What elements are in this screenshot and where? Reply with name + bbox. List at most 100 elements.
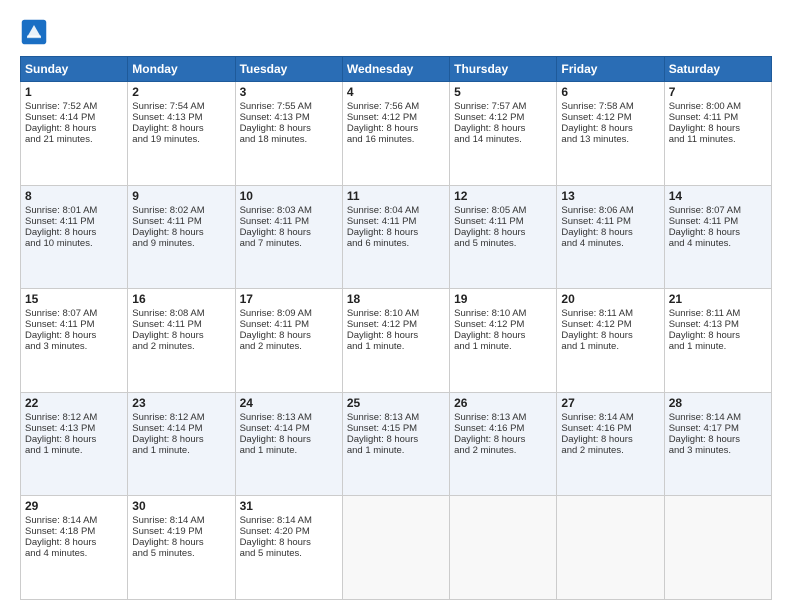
- cell-line: Sunrise: 8:02 AM: [132, 205, 230, 216]
- cell-line: Sunrise: 8:12 AM: [132, 412, 230, 423]
- cell-line: and 6 minutes.: [347, 238, 445, 249]
- cell-line: Sunrise: 8:13 AM: [240, 412, 338, 423]
- cell-line: Sunset: 4:11 PM: [669, 216, 767, 227]
- day-number: 20: [561, 292, 659, 306]
- cell-line: Sunset: 4:12 PM: [561, 112, 659, 123]
- calendar-cell: 28 Sunrise: 8:14 AMSunset: 4:17 PMDayligh…: [664, 392, 771, 496]
- day-number: 16: [132, 292, 230, 306]
- header: [20, 18, 772, 46]
- cell-line: Sunset: 4:11 PM: [132, 319, 230, 330]
- cell-line: and 21 minutes.: [25, 134, 123, 145]
- cell-line: Sunset: 4:15 PM: [347, 423, 445, 434]
- cell-line: Sunset: 4:17 PM: [669, 423, 767, 434]
- day-header-tuesday: Tuesday: [235, 57, 342, 82]
- day-number: 2: [132, 85, 230, 99]
- cell-line: Daylight: 8 hours: [132, 227, 230, 238]
- cell-line: Daylight: 8 hours: [561, 123, 659, 134]
- day-number: 23: [132, 396, 230, 410]
- cell-line: and 5 minutes.: [132, 548, 230, 559]
- calendar-cell: 22Sunrise: 8:12 AMSunset: 4:13 PMDayligh…: [21, 392, 128, 496]
- day-number: 19: [454, 292, 552, 306]
- cell-line: Daylight: 8 hours: [347, 434, 445, 445]
- calendar-cell: [342, 496, 449, 600]
- cell-line: Sunset: 4:14 PM: [132, 423, 230, 434]
- cell-line: Daylight: 8 hours: [347, 123, 445, 134]
- cell-line: and 1 minute.: [132, 445, 230, 456]
- cell-line: Daylight: 8 hours: [454, 434, 552, 445]
- cell-line: and 1 minute.: [561, 341, 659, 352]
- cell-line: Sunrise: 8:11 AM: [561, 308, 659, 319]
- cell-line: Daylight: 8 hours: [240, 123, 338, 134]
- cell-line: Sunrise: 7:55 AM: [240, 101, 338, 112]
- calendar-cell: 31Sunrise: 8:14 AMSunset: 4:20 PMDayligh…: [235, 496, 342, 600]
- day-number: 8: [25, 189, 123, 203]
- calendar-cell: 26Sunrise: 8:13 AMSunset: 4:16 PMDayligh…: [450, 392, 557, 496]
- day-number: 21: [669, 292, 767, 306]
- cell-line: and 4 minutes.: [561, 238, 659, 249]
- cell-line: Sunrise: 8:06 AM: [561, 205, 659, 216]
- calendar-week-5: 29Sunrise: 8:14 AMSunset: 4:18 PMDayligh…: [21, 496, 772, 600]
- day-number: 18: [347, 292, 445, 306]
- cell-line: Daylight: 8 hours: [25, 330, 123, 341]
- calendar-cell: 1Sunrise: 7:52 AMSunset: 4:14 PMDaylight…: [21, 82, 128, 186]
- day-header-friday: Friday: [557, 57, 664, 82]
- calendar-cell: [450, 496, 557, 600]
- cell-line: Sunrise: 7:56 AM: [347, 101, 445, 112]
- calendar-cell: 2Sunrise: 7:54 AMSunset: 4:13 PMDaylight…: [128, 82, 235, 186]
- cell-line: Sunrise: 8:12 AM: [25, 412, 123, 423]
- cell-line: and 18 minutes.: [240, 134, 338, 145]
- day-number: 3: [240, 85, 338, 99]
- calendar-cell: 17Sunrise: 8:09 AMSunset: 4:11 PMDayligh…: [235, 289, 342, 393]
- cell-line: and 1 minute.: [347, 445, 445, 456]
- cell-line: and 1 minute.: [454, 341, 552, 352]
- cell-line: Daylight: 8 hours: [347, 330, 445, 341]
- cell-line: Sunrise: 7:58 AM: [561, 101, 659, 112]
- cell-line: Sunset: 4:11 PM: [454, 216, 552, 227]
- cell-line: and 2 minutes.: [240, 341, 338, 352]
- cell-line: Daylight: 8 hours: [347, 227, 445, 238]
- cell-line: Sunrise: 8:14 AM: [132, 515, 230, 526]
- cell-line: Sunset: 4:18 PM: [25, 526, 123, 537]
- cell-line: Daylight: 8 hours: [454, 227, 552, 238]
- day-number: 10: [240, 189, 338, 203]
- day-number: 25: [347, 396, 445, 410]
- cell-line: Sunset: 4:11 PM: [132, 216, 230, 227]
- calendar-cell: 4Sunrise: 7:56 AMSunset: 4:12 PMDaylight…: [342, 82, 449, 186]
- day-number: 17: [240, 292, 338, 306]
- cell-line: Sunset: 4:14 PM: [240, 423, 338, 434]
- logo: [20, 18, 52, 46]
- cell-line: Sunrise: 8:07 AM: [669, 205, 767, 216]
- cell-line: Sunset: 4:14 PM: [25, 112, 123, 123]
- cell-line: and 5 minutes.: [240, 548, 338, 559]
- calendar-cell: 16Sunrise: 8:08 AMSunset: 4:11 PMDayligh…: [128, 289, 235, 393]
- cell-line: Sunrise: 8:10 AM: [454, 308, 552, 319]
- cell-line: Sunset: 4:13 PM: [669, 319, 767, 330]
- cell-line: and 1 minute.: [240, 445, 338, 456]
- day-header-sunday: Sunday: [21, 57, 128, 82]
- calendar-table: SundayMondayTuesdayWednesdayThursdayFrid…: [20, 56, 772, 600]
- day-number: 24: [240, 396, 338, 410]
- calendar-cell: 13Sunrise: 8:06 AMSunset: 4:11 PMDayligh…: [557, 185, 664, 289]
- day-number: 28: [669, 396, 767, 410]
- cell-line: Daylight: 8 hours: [669, 434, 767, 445]
- day-number: 27: [561, 396, 659, 410]
- day-header-thursday: Thursday: [450, 57, 557, 82]
- calendar-cell: 29Sunrise: 8:14 AMSunset: 4:18 PMDayligh…: [21, 496, 128, 600]
- cell-line: Daylight: 8 hours: [25, 537, 123, 548]
- cell-line: Sunrise: 8:14 AM: [240, 515, 338, 526]
- cell-line: Sunset: 4:12 PM: [454, 112, 552, 123]
- cell-line: Daylight: 8 hours: [454, 123, 552, 134]
- page: SundayMondayTuesdayWednesdayThursdayFrid…: [0, 0, 792, 612]
- day-number: 14: [669, 189, 767, 203]
- day-header-wednesday: Wednesday: [342, 57, 449, 82]
- cell-line: and 7 minutes.: [240, 238, 338, 249]
- cell-line: Daylight: 8 hours: [561, 330, 659, 341]
- cell-line: Sunset: 4:11 PM: [347, 216, 445, 227]
- cell-line: and 2 minutes.: [454, 445, 552, 456]
- calendar-week-1: 1Sunrise: 7:52 AMSunset: 4:14 PMDaylight…: [21, 82, 772, 186]
- cell-line: Sunrise: 8:13 AM: [347, 412, 445, 423]
- cell-line: Daylight: 8 hours: [561, 434, 659, 445]
- cell-line: Daylight: 8 hours: [669, 330, 767, 341]
- calendar-header-row: SundayMondayTuesdayWednesdayThursdayFrid…: [21, 57, 772, 82]
- cell-line: Sunrise: 8:14 AM: [669, 412, 767, 423]
